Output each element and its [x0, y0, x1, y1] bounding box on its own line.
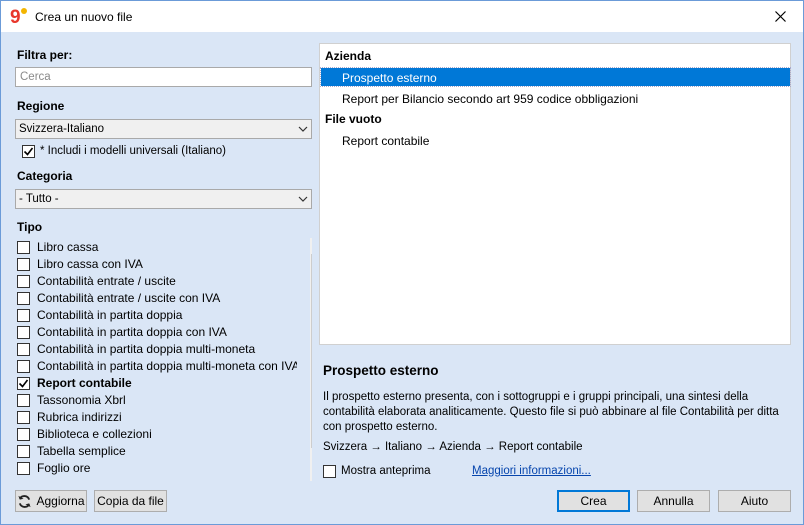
tipo-item-checkbox[interactable]	[17, 445, 30, 458]
banana-app-icon: 9	[10, 7, 27, 26]
window-title: Crea un nuovo file	[35, 10, 133, 24]
tipo-item-label: Foglio ore	[37, 461, 91, 475]
create-button[interactable]: Crea	[557, 490, 630, 512]
tree-item-label: Report per Bilancio secondo art 959 codi…	[342, 92, 639, 106]
template-tree[interactable]: Azienda Prospetto esterno Report per Bilan…	[319, 43, 791, 345]
scrollbar-thumb[interactable]	[311, 254, 312, 448]
category-label: Categoria	[17, 169, 73, 183]
filter-label: Filtra per:	[17, 48, 73, 62]
tipo-item[interactable]: Rubrica indirizzi	[15, 408, 297, 425]
tree-item[interactable]: Report contabile	[321, 131, 790, 149]
tipo-item-checkbox[interactable]	[17, 275, 30, 288]
show-preview-label: Mostra anteprima	[341, 465, 431, 477]
region-select-value: Svizzera-Italiano	[19, 123, 105, 135]
tipo-item[interactable]: Tabella semplice	[15, 442, 297, 459]
tree-item-label: Report contabile	[342, 134, 430, 148]
tipo-item-checkbox[interactable]	[17, 377, 30, 390]
tipo-item-checkbox[interactable]	[17, 428, 30, 441]
tipo-item-label: Report contabile	[37, 376, 132, 390]
create-file-dialog: 9 Crea un nuovo file Filtra per: Regione…	[0, 0, 804, 525]
tipo-item[interactable]: Contabilità entrate / uscite con IVA	[15, 289, 297, 306]
cancel-button[interactable]: Annulla	[637, 490, 710, 512]
detail-title: Prospetto esterno	[323, 363, 439, 378]
copy-from-file-button[interactable]: Copia da file	[94, 490, 167, 512]
tipo-item-label: Contabilità entrate / uscite con IVA	[37, 291, 221, 305]
tipo-item-label: Contabilità in partita doppia multi-mone…	[37, 359, 297, 373]
tipo-item[interactable]: Contabilità entrate / uscite	[15, 272, 297, 289]
tipo-item-label: Libro cassa	[37, 240, 99, 254]
refresh-icon	[18, 494, 32, 508]
tipo-item-label: Contabilità in partita doppia multi-mone…	[37, 342, 256, 356]
tipo-item-checkbox[interactable]	[17, 343, 30, 356]
tipo-item-label: Rubrica indirizzi	[37, 410, 122, 424]
category-select-value: - Tutto -	[19, 193, 59, 205]
tipo-item[interactable]: Contabilità in partita doppia multi-mone…	[15, 340, 297, 357]
tipo-item[interactable]: Libro cassa	[15, 238, 297, 255]
tipo-item-checkbox[interactable]	[17, 411, 30, 424]
help-button-label: Aiuto	[740, 494, 769, 508]
tipo-item[interactable]: Contabilità in partita doppia con IVA	[15, 323, 297, 340]
cancel-button-label: Annulla	[653, 494, 694, 508]
tipo-item-label: Biblioteca e collezioni	[37, 427, 152, 441]
tree-group-label: Azienda	[325, 49, 372, 63]
tipo-item-checkbox[interactable]	[17, 241, 30, 254]
tipo-item-checkbox[interactable]	[17, 360, 30, 373]
tree-group-label: File vuoto	[325, 112, 382, 126]
tipo-item[interactable]: Contabilità in partita doppia	[15, 306, 297, 323]
tipo-label: Tipo	[17, 220, 43, 234]
tipo-item-label: Libro cassa con IVA	[37, 257, 143, 271]
checkmark-icon	[18, 379, 29, 388]
refresh-button-label: Aggiorna	[36, 494, 85, 508]
help-button[interactable]: Aiuto	[718, 490, 791, 512]
region-label: Regione	[17, 99, 65, 113]
copy-from-file-label: Copia da file	[97, 494, 164, 508]
category-select[interactable]: - Tutto -	[15, 189, 312, 209]
tipo-item-checkbox[interactable]	[17, 258, 30, 271]
tipo-item-checkbox[interactable]	[17, 462, 30, 475]
close-icon	[774, 11, 786, 22]
tipo-scrollbar[interactable]	[310, 238, 312, 481]
region-select[interactable]: Svizzera-Italiano	[15, 119, 312, 139]
tipo-item-checkbox[interactable]	[17, 326, 30, 339]
close-button[interactable]	[757, 1, 803, 32]
tipo-item-label: Contabilità entrate / uscite	[37, 274, 176, 288]
tipo-item[interactable]: Contabilità in partita doppia multi-mone…	[15, 357, 297, 374]
checkmark-icon	[23, 147, 34, 156]
tipo-item[interactable]: Biblioteca e collezioni	[15, 425, 297, 442]
include-universal-label: * Includi i modelli universali (Italiano…	[40, 145, 226, 157]
title-bar: 9 Crea un nuovo file	[1, 1, 803, 32]
refresh-button[interactable]: Aggiorna	[15, 490, 87, 512]
show-preview-checkbox[interactable]	[323, 465, 336, 478]
tipo-item-checkbox[interactable]	[17, 292, 30, 305]
more-info-link[interactable]: Maggiori informazioni...	[472, 465, 591, 477]
tipo-list[interactable]: Foglio ore Tabella semplice Biblioteca e c…	[15, 238, 312, 481]
tipo-item[interactable]: Libro cassa con IVA	[15, 255, 297, 272]
tipo-item[interactable]: Report contabile	[15, 374, 297, 391]
include-universal-checkbox[interactable]	[22, 145, 35, 158]
tipo-item-label: Tabella semplice	[37, 444, 126, 458]
tree-item[interactable]: Prospetto esterno	[320, 67, 791, 87]
tipo-item-label: Contabilità in partita doppia con IVA	[37, 325, 227, 339]
tree-item[interactable]: Report per Bilancio secondo art 959 codi…	[321, 89, 790, 107]
chevron-down-icon	[298, 126, 308, 132]
tree-item-label: Prospetto esterno	[342, 71, 437, 85]
tipo-item[interactable]: Tassonomia Xbrl	[15, 391, 297, 408]
chevron-down-icon	[298, 196, 308, 202]
detail-path: Svizzera → Italiano → Azienda → Report c…	[323, 441, 583, 453]
create-button-label: Crea	[580, 494, 607, 508]
tipo-item-label: Tassonomia Xbrl	[37, 393, 126, 407]
svg-text:9: 9	[10, 7, 21, 26]
search-input[interactable]	[15, 67, 312, 87]
tipo-item-label: Contabilità in partita doppia	[37, 308, 183, 322]
tipo-item[interactable]: Foglio ore	[15, 459, 297, 476]
detail-description: Il prospetto esterno presenta, con i sot…	[323, 391, 779, 433]
tipo-item-checkbox[interactable]	[17, 394, 30, 407]
tipo-item-checkbox[interactable]	[17, 309, 30, 322]
